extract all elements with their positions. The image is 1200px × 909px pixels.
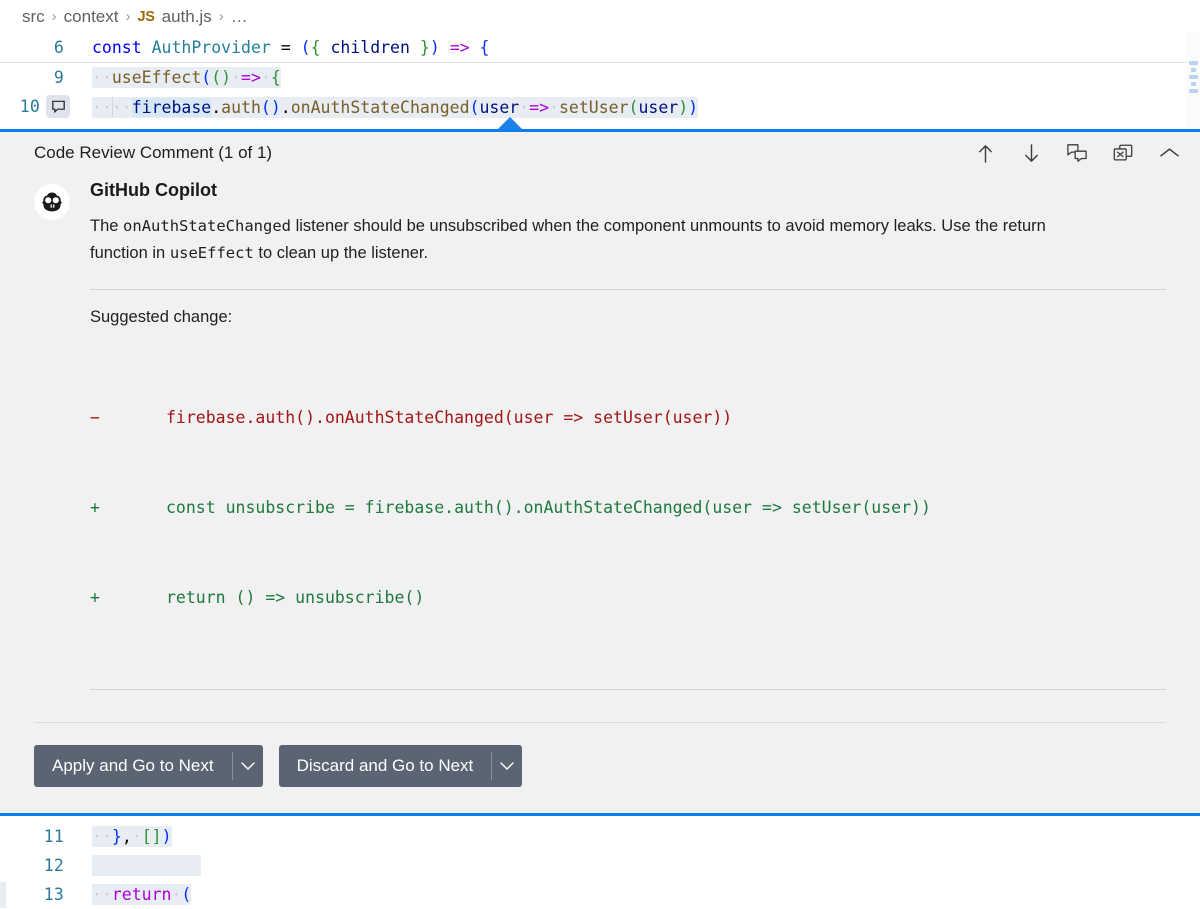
comment-reply-icon[interactable] — [1064, 140, 1090, 166]
diff-line-text: const unsubscribe = firebase.auth().onAu… — [166, 498, 931, 517]
code-line-11[interactable]: 11 ··},·[]) — [0, 822, 1200, 851]
chevron-up-icon[interactable] — [1156, 140, 1182, 166]
breadcrumb-item-symbol[interactable]: … — [231, 7, 248, 27]
minimap-line — [1190, 82, 1196, 86]
message-code-1: onAuthStateChanged — [123, 217, 292, 235]
line-number: 6 — [53, 38, 64, 57]
chevron-down-icon[interactable] — [492, 745, 522, 787]
divider — [90, 289, 1166, 290]
diff-line-added: + const unsubscribe = firebase.auth().onA… — [90, 493, 1166, 523]
comment-content: GitHub Copilot The onAuthStateChanged li… — [88, 180, 1166, 690]
line-number: 9 — [53, 68, 64, 87]
minimap-line — [1190, 68, 1196, 72]
suggested-change-diff: − firebase.auth().onAuthStateChanged(user… — [90, 343, 1166, 673]
suggestion-label: Suggested change: — [90, 308, 233, 326]
copilot-avatar-icon — [34, 184, 70, 220]
line-number-gutter: 9 — [0, 68, 72, 87]
panel-title: Code Review Comment (1 of 1) — [34, 143, 273, 162]
panel-action-bar — [972, 140, 1182, 166]
code-line-9[interactable]: 9 ··useEffect(()·=>·{ — [0, 63, 1200, 92]
js-file-icon: JS — [137, 8, 155, 25]
code-line-content: ··return·( — [92, 884, 192, 905]
line-number: 11 — [43, 827, 64, 846]
code-line-13[interactable]: 13 ··return·( — [0, 880, 1200, 909]
code-editor-top[interactable]: 6 const AuthProvider = ({ children }) =>… — [0, 33, 1200, 130]
line-number: 10 — [19, 97, 40, 116]
discard-button-label: Discard and Go to Next — [296, 756, 474, 775]
close-comments-icon[interactable] — [1110, 140, 1136, 166]
diff-sign: + — [90, 498, 100, 517]
line-number-gutter: 12 — [0, 856, 72, 875]
breadcrumb-item-file[interactable]: auth.js — [162, 7, 212, 27]
minimap-line — [1188, 61, 1198, 65]
minimap-line — [1188, 89, 1198, 93]
comment-message: The onAuthStateChanged listener should b… — [90, 213, 1090, 267]
apply-button-label: Apply and Go to Next — [52, 756, 214, 775]
diff-sign: − — [90, 408, 100, 427]
diff-line-text: firebase.auth().onAuthStateChanged(user … — [166, 408, 733, 427]
chevron-right-icon: › — [218, 8, 224, 25]
code-line-12[interactable]: 12 — [0, 851, 1200, 880]
line-number-gutter: 11 — [0, 827, 72, 846]
editor-minimap[interactable] — [1186, 33, 1200, 129]
comment-action-buttons: Apply and Go to Next Discard and Go to N… — [0, 723, 1200, 813]
code-line-6[interactable]: 6 const AuthProvider = ({ children }) =>… — [0, 33, 1200, 62]
breadcrumb[interactable]: src › context › JS auth.js › … — [0, 0, 1200, 33]
comment-author: GitHub Copilot — [90, 180, 217, 200]
line-number-gutter: 10 — [0, 95, 72, 118]
arrow-up-icon[interactable] — [972, 140, 998, 166]
diff-sign: + — [90, 588, 100, 607]
code-line-content: const AuthProvider = ({ children }) => { — [92, 38, 490, 57]
message-part-1: The — [90, 217, 124, 235]
code-line-content: ····firebase.auth().onAuthStateChanged(u… — [92, 96, 699, 118]
breadcrumb-item-context[interactable]: context — [64, 7, 119, 27]
diff-line-added: + return () => unsubscribe() — [90, 583, 1166, 613]
comment-body: GitHub Copilot The onAuthStateChanged li… — [0, 174, 1200, 690]
code-line-10[interactable]: 10 ····firebase.auth().onAuthStateChange… — [0, 92, 1200, 121]
panel-header: Code Review Comment (1 of 1) — [0, 132, 1200, 174]
discard-and-go-to-next-button[interactable]: Discard and Go to Next — [278, 745, 523, 787]
diff-line-text: return () => unsubscribe() — [166, 588, 425, 607]
code-line-content: ··},·[]) — [92, 826, 172, 847]
line-number: 13 — [43, 885, 64, 904]
breadcrumb-item-src[interactable]: src — [22, 7, 45, 27]
apply-and-go-to-next-button[interactable]: Apply and Go to Next — [34, 745, 263, 787]
code-line-content — [72, 855, 202, 876]
message-part-3: to clean up the listener. — [253, 244, 429, 262]
line-number-gutter: 13 — [0, 885, 72, 904]
line-number: 12 — [43, 856, 64, 875]
vscode-editor-window: src › context › JS auth.js › … 6 const A… — [0, 0, 1200, 909]
divider — [90, 689, 1166, 690]
chevron-right-icon: › — [125, 8, 131, 25]
comment-thread-icon[interactable] — [46, 95, 70, 118]
message-code-2: useEffect — [169, 244, 254, 262]
code-line-content: ··useEffect(()·=>·{ — [92, 67, 281, 88]
diff-line-removed: − firebase.auth().onAuthStateChanged(user… — [90, 403, 1166, 433]
chevron-down-icon[interactable] — [233, 745, 263, 787]
minimap-line — [1188, 75, 1198, 79]
chevron-right-icon: › — [51, 8, 57, 25]
line-number-gutter: 6 — [0, 38, 72, 57]
arrow-down-icon[interactable] — [1018, 140, 1044, 166]
code-review-comment-panel: Code Review Comment (1 of 1) GitHub Copi… — [0, 129, 1200, 816]
code-editor-bottom[interactable]: 11 ··},·[]) 12 13 ··return·( 14 ····<Aut… — [0, 816, 1200, 909]
